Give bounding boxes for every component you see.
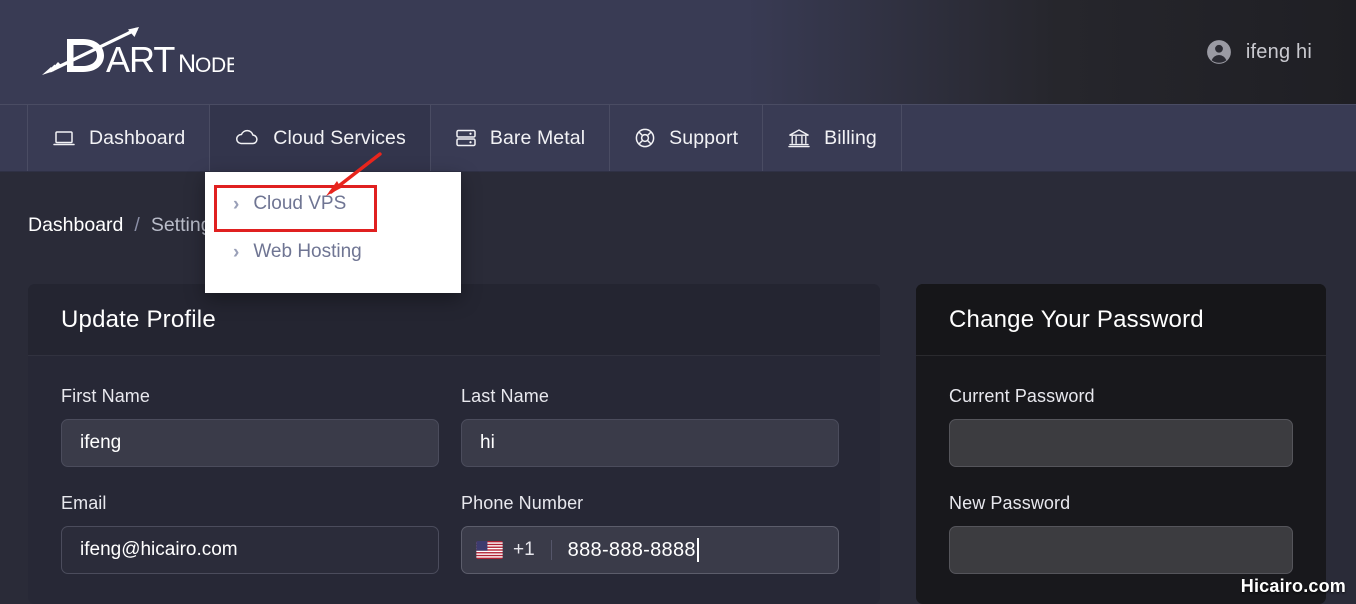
phone-value: 888-888-8888 (568, 538, 699, 562)
svg-text:ODE: ODE (195, 54, 234, 77)
update-profile-title: Update Profile (28, 284, 880, 356)
email-field-group: Email (61, 493, 439, 574)
email-input[interactable] (61, 526, 439, 574)
cloud-services-dropdown: › Cloud VPS › Web Hosting (205, 172, 461, 293)
lifering-icon (634, 127, 656, 149)
laptop-icon (52, 126, 76, 150)
change-password-body: Current Password New Password (916, 356, 1326, 574)
svg-text:N: N (178, 50, 196, 78)
nav-item-bare-metal[interactable]: Bare Metal (431, 105, 611, 171)
nav-label: Bare Metal (489, 126, 586, 149)
change-password-card: Change Your Password Current Password Ne… (916, 284, 1326, 604)
name-row: First Name Last Name (61, 386, 847, 493)
chevron-right-icon: › (233, 193, 240, 215)
us-flag-icon (476, 541, 503, 559)
new-password-input[interactable] (949, 526, 1293, 574)
update-profile-body: First Name Last Name Email Phone Number (28, 356, 880, 600)
dropdown-item-label: Web Hosting (253, 241, 362, 262)
server-icon (455, 127, 477, 149)
nav-item-support[interactable]: Support (610, 105, 764, 171)
current-password-input[interactable] (949, 419, 1293, 467)
dropdown-item-label: Cloud VPS (253, 193, 347, 214)
dartnode-logo-icon: ART N ODE (42, 27, 234, 80)
nav-label: Support (669, 126, 739, 149)
new-password-label: New Password (949, 493, 1071, 513)
avatar-icon (1206, 40, 1231, 64)
nav-item-cloud-services[interactable]: Cloud Services (210, 105, 431, 171)
change-password-title: Change Your Password (916, 284, 1326, 356)
dartnode-logo[interactable]: ART N ODE (34, 17, 234, 87)
nav-label: Cloud Services (273, 126, 406, 149)
phone-input[interactable]: +1 888-888-8888 (461, 526, 839, 574)
phone-country-code: +1 (513, 539, 535, 560)
last-name-label: Last Name (461, 386, 549, 406)
nav-label: Dashboard (89, 126, 186, 149)
svg-text:ART: ART (106, 39, 175, 80)
last-name-field-group: Last Name (461, 386, 839, 467)
nav-item-billing[interactable]: Billing (763, 105, 902, 171)
page-root: ART N ODE ifeng hi Dashboard Cloud Servi… (0, 0, 1356, 604)
nav-label: Billing (824, 126, 877, 149)
chevron-right-icon: › (233, 241, 240, 263)
text-caret (696, 538, 699, 562)
cloud-icon (234, 126, 260, 150)
phone-label: Phone Number (461, 493, 584, 513)
new-password-field-group: New Password (949, 493, 1293, 574)
first-name-label: First Name (61, 386, 151, 406)
dropdown-item-web-hosting[interactable]: › Web Hosting (205, 228, 461, 276)
main-content: Update Profile First Name Last Name Emai… (0, 256, 1356, 604)
nav-left-spacer (0, 105, 28, 171)
last-name-input[interactable] (461, 419, 839, 467)
site-watermark: Hicairo.com (1240, 576, 1346, 596)
main-nav: Dashboard Cloud Services Bare Metal Supp… (0, 104, 1356, 172)
email-label: Email (61, 493, 107, 513)
breadcrumb-separator: / (134, 214, 140, 236)
nav-item-dashboard[interactable]: Dashboard (28, 105, 211, 171)
current-password-label: Current Password (949, 386, 1095, 406)
phone-field-group: Phone Number +1 888-888-8888 (461, 493, 839, 574)
app-header: ART N ODE ifeng hi (0, 0, 1356, 104)
dropdown-item-cloud-vps[interactable]: › Cloud VPS (205, 180, 461, 228)
breadcrumb-item-dashboard[interactable]: Dashboard (28, 214, 123, 237)
contact-row: Email Phone Number (61, 493, 847, 600)
breadcrumb: Dashboard / Settings (28, 214, 221, 237)
first-name-field-group: First Name (61, 386, 439, 467)
phone-divider (550, 540, 552, 560)
bank-icon (787, 127, 811, 149)
nav-right-filler (902, 105, 1356, 171)
first-name-input[interactable] (61, 419, 439, 467)
phone-number-text: 888-888-8888 (567, 538, 696, 561)
update-profile-card: Update Profile First Name Last Name Emai… (28, 284, 880, 604)
user-name-label: ifeng hi (1245, 40, 1312, 63)
user-menu[interactable]: ifeng hi (1206, 39, 1312, 65)
current-password-field-group: Current Password (949, 386, 1293, 467)
